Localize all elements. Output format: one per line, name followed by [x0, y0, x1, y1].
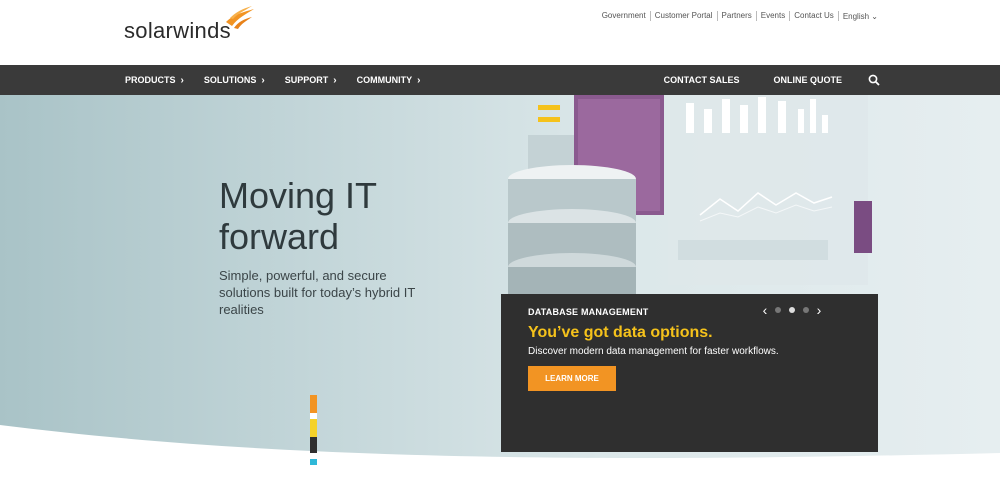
language-label: English	[842, 11, 870, 21]
search-icon[interactable]	[868, 74, 880, 86]
hero-headline: Moving IT forward	[219, 175, 377, 257]
chevron-right-icon: ›	[180, 74, 184, 86]
logo-text: solarwinds	[124, 18, 231, 43]
decorative-color-bars	[310, 395, 317, 465]
nav-label: ONLINE QUOTE	[773, 75, 842, 85]
nav-item-support[interactable]: SUPPORT ›	[285, 75, 337, 86]
solarwinds-logo[interactable]: solarwinds	[124, 6, 254, 44]
page: solarwinds Government Customer Portal Pa…	[0, 0, 1000, 484]
nav-label: PRODUCTS	[125, 75, 176, 85]
headline-line-2: forward	[219, 216, 340, 257]
chevron-down-icon: ⌄	[871, 11, 878, 21]
hero-subtext: Simple, powerful, and secure solutions b…	[219, 268, 416, 317]
carousel-dot-2[interactable]	[789, 307, 795, 313]
headline-line-1: Moving IT	[219, 175, 378, 216]
callout-description: Discover modern data management for fast…	[528, 346, 779, 357]
nav-item-online-quote[interactable]: ONLINE QUOTE	[773, 75, 842, 85]
nav-right: CONTACT SALES ONLINE QUOTE	[630, 65, 880, 95]
chevron-right-icon: ›	[261, 74, 265, 86]
carousel-dot-3[interactable]	[803, 307, 809, 313]
hero: Moving IT forward Simple, powerful, and …	[0, 95, 1000, 484]
language-selector[interactable]: English ⌄	[839, 12, 878, 21]
bar-cyan	[310, 459, 317, 465]
nav-item-solutions[interactable]: SOLUTIONS ›	[204, 75, 265, 86]
chevron-right-icon: ›	[417, 74, 421, 86]
hero-bottom-curve	[0, 425, 1000, 484]
database-dashboard-illustration	[508, 95, 872, 295]
header: solarwinds Government Customer Portal Pa…	[0, 0, 1000, 65]
nav-item-community[interactable]: COMMUNITY ›	[357, 75, 421, 86]
nav-label: SUPPORT	[284, 75, 329, 85]
utility-link-government[interactable]: Government	[598, 11, 651, 21]
bar-yellow	[310, 419, 317, 437]
nav-label: CONTACT SALES	[663, 75, 740, 85]
utility-link-partners[interactable]: Partners	[718, 11, 757, 21]
utility-link-events[interactable]: Events	[757, 11, 791, 21]
logo-bird-icon	[226, 6, 254, 29]
nav-item-products[interactable]: PRODUCTS ›	[125, 75, 184, 86]
callout-title: You’ve got data options.	[528, 324, 713, 341]
nav-left: PRODUCTS › SOLUTIONS › SUPPORT › COMMUNI…	[125, 65, 440, 95]
utility-link-contact-us[interactable]: Contact Us	[790, 11, 839, 21]
nav-item-contact-sales[interactable]: CONTACT SALES	[664, 75, 740, 85]
bar-orange	[310, 395, 317, 413]
utility-nav: Government Customer Portal Partners Even…	[598, 11, 878, 21]
callout-category: DATABASE MANAGEMENT	[528, 307, 649, 317]
nav-label: COMMUNITY	[356, 75, 413, 85]
bar-dark	[310, 437, 317, 453]
chevron-left-icon[interactable]: ‹	[759, 302, 771, 318]
nav-label: SOLUTIONS	[203, 75, 257, 85]
utility-link-customer-portal[interactable]: Customer Portal	[651, 11, 718, 21]
learn-more-button[interactable]: LEARN MORE	[528, 366, 616, 391]
carousel-dot-1[interactable]	[775, 307, 781, 313]
main-nav: PRODUCTS › SOLUTIONS › SUPPORT › COMMUNI…	[0, 65, 1000, 95]
chevron-right-icon[interactable]: ›	[813, 302, 825, 318]
carousel-controls: ‹ ›	[759, 302, 825, 318]
chevron-right-icon: ›	[333, 74, 337, 86]
